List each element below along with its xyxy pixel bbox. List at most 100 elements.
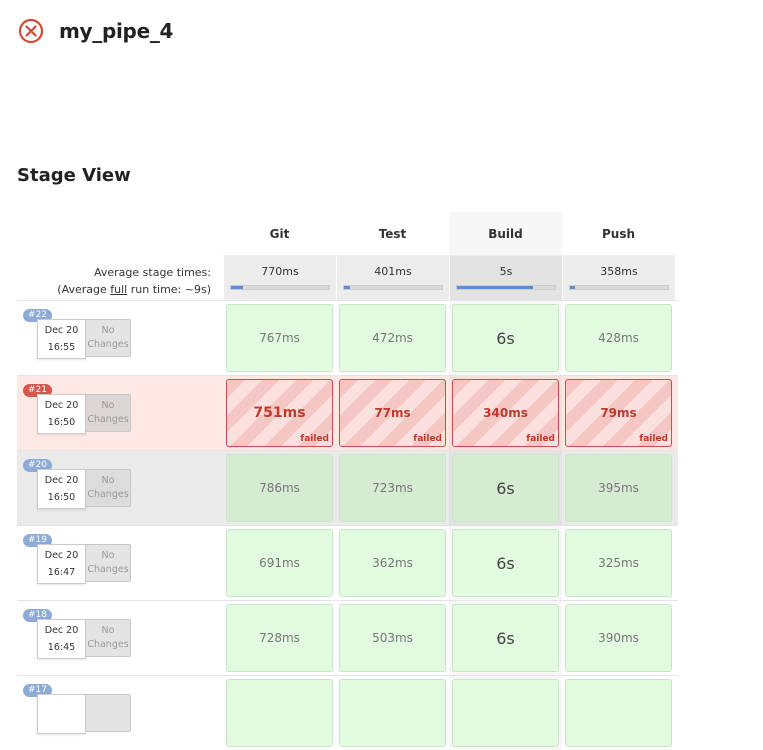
stage-duration: 472ms (372, 331, 413, 345)
no-changes-button[interactable]: No Changes (85, 394, 131, 432)
stage-cell-push: 390ms (562, 601, 675, 675)
stage-header-git[interactable]: Git (223, 212, 336, 256)
stage-result-box[interactable]: 340ms failed (452, 379, 559, 447)
stage-result-box[interactable]: 503ms (339, 604, 446, 672)
stage-result-box[interactable]: 767ms (226, 304, 333, 372)
failed-status-icon (18, 18, 44, 44)
stage-cell-push: 428ms (562, 301, 675, 375)
stage-result-box[interactable]: 6s (452, 454, 559, 522)
stage-cell-push: 79ms failed (562, 376, 675, 450)
stage-cell-test: 472ms (336, 301, 449, 375)
no-changes-button[interactable]: No Changes (85, 319, 131, 357)
stage-duration: 728ms (259, 631, 300, 645)
full-run-link[interactable]: full (110, 283, 127, 296)
stage-header-build[interactable]: Build (449, 212, 562, 256)
stage-cell-git (223, 676, 336, 750)
avg-progress-bar (456, 285, 556, 290)
avg-cell-build: 5s (449, 256, 562, 300)
build-date-card: Dec 20 16:50 (37, 394, 86, 434)
stage-duration: 428ms (598, 331, 639, 345)
avg-progress-bar (343, 285, 443, 290)
failed-label: failed (526, 434, 555, 444)
build-info: #20 Dec 20 16:50 No Changes (17, 451, 223, 525)
stage-result-box[interactable]: 472ms (339, 304, 446, 372)
no-changes-button[interactable]: No Changes (85, 544, 131, 582)
stage-result-box[interactable]: 77ms failed (339, 379, 446, 447)
stage-cell-test: 723ms (336, 451, 449, 525)
stage-result-box[interactable] (565, 679, 672, 747)
stage-result-box[interactable]: 691ms (226, 529, 333, 597)
stage-cell-git: 767ms (223, 301, 336, 375)
avg-cell-push: 358ms (562, 256, 675, 300)
job-title: my_pipe_4 (59, 19, 174, 43)
build-date-card: Dec 20 16:45 (37, 619, 86, 659)
stage-cell-git: 728ms (223, 601, 336, 675)
stage-duration: 751ms (253, 405, 306, 421)
stage-duration: 79ms (600, 406, 637, 420)
stage-cell-test: 362ms (336, 526, 449, 600)
stage-result-box[interactable]: 751ms failed (226, 379, 333, 447)
build-info: #22 Dec 20 16:55 No Changes (17, 301, 223, 375)
stage-duration: 786ms (259, 481, 300, 495)
build-date-card: Dec 20 16:55 (37, 319, 86, 359)
stage-header-test[interactable]: Test (336, 212, 449, 256)
stage-result-box[interactable] (452, 679, 559, 747)
stage-duration: 6s (496, 628, 515, 648)
no-changes-button[interactable] (85, 694, 131, 732)
job-header: my_pipe_4 (18, 18, 173, 44)
stage-duration: 325ms (598, 556, 639, 570)
stage-duration: 77ms (374, 406, 411, 420)
build-info: #18 Dec 20 16:45 No Changes (17, 601, 223, 675)
stage-cell-build: 6s (449, 301, 562, 375)
no-changes-button[interactable]: No Changes (85, 469, 131, 507)
stage-cell-push: 395ms (562, 451, 675, 525)
stage-duration: 6s (496, 478, 515, 498)
section-title: Stage View (17, 165, 131, 186)
stage-result-box[interactable]: 390ms (565, 604, 672, 672)
build-date-card: Dec 20 16:47 (37, 544, 86, 584)
stage-result-box[interactable]: 79ms failed (565, 379, 672, 447)
stage-duration: 767ms (259, 331, 300, 345)
stage-result-box[interactable]: 786ms (226, 454, 333, 522)
stage-duration: 723ms (372, 481, 413, 495)
stage-result-box[interactable]: 325ms (565, 529, 672, 597)
no-changes-button[interactable]: No Changes (85, 619, 131, 657)
build-row: #19 Dec 20 16:47 No Changes 691ms 362ms 6s 325m… (17, 525, 678, 600)
stage-result-box[interactable] (226, 679, 333, 747)
avg-progress-bar (569, 285, 669, 290)
stage-result-box[interactable]: 6s (452, 529, 559, 597)
stage-view-table: Git Test Build Push Average stage times:… (17, 212, 678, 750)
failed-label: failed (639, 434, 668, 444)
stage-result-box[interactable]: 6s (452, 604, 559, 672)
build-row: #22 Dec 20 16:55 No Changes 767ms 472ms 6s 428m… (17, 300, 678, 375)
build-row: #17 (17, 675, 678, 750)
stage-cell-build: 6s (449, 526, 562, 600)
stage-cell-build: 6s (449, 451, 562, 525)
stage-duration: 6s (496, 328, 515, 348)
stage-cell-push (562, 676, 675, 750)
stage-duration: 6s (496, 553, 515, 573)
stage-header-push[interactable]: Push (562, 212, 675, 256)
stage-cell-build: 6s (449, 601, 562, 675)
stage-result-box[interactable]: 723ms (339, 454, 446, 522)
stage-cell-git: 691ms (223, 526, 336, 600)
stage-cell-test (336, 676, 449, 750)
build-date-card: Dec 20 16:50 (37, 469, 86, 509)
stage-cell-test: 503ms (336, 601, 449, 675)
stage-result-box[interactable]: 395ms (565, 454, 672, 522)
stage-result-box[interactable]: 362ms (339, 529, 446, 597)
build-info: #19 Dec 20 16:47 No Changes (17, 526, 223, 600)
stage-duration: 390ms (598, 631, 639, 645)
stage-duration: 395ms (598, 481, 639, 495)
avg-progress-bar (230, 285, 330, 290)
stage-cell-build (449, 676, 562, 750)
build-date-card (37, 694, 86, 734)
build-row: #21 Dec 20 16:50 No Changes 751ms failed 77ms f… (17, 375, 678, 450)
avg-cell-test: 401ms (336, 256, 449, 300)
stage-result-box[interactable]: 6s (452, 304, 559, 372)
stage-duration: 340ms (483, 406, 528, 420)
stage-result-box[interactable]: 428ms (565, 304, 672, 372)
stage-duration: 503ms (372, 631, 413, 645)
stage-result-box[interactable] (339, 679, 446, 747)
stage-result-box[interactable]: 728ms (226, 604, 333, 672)
